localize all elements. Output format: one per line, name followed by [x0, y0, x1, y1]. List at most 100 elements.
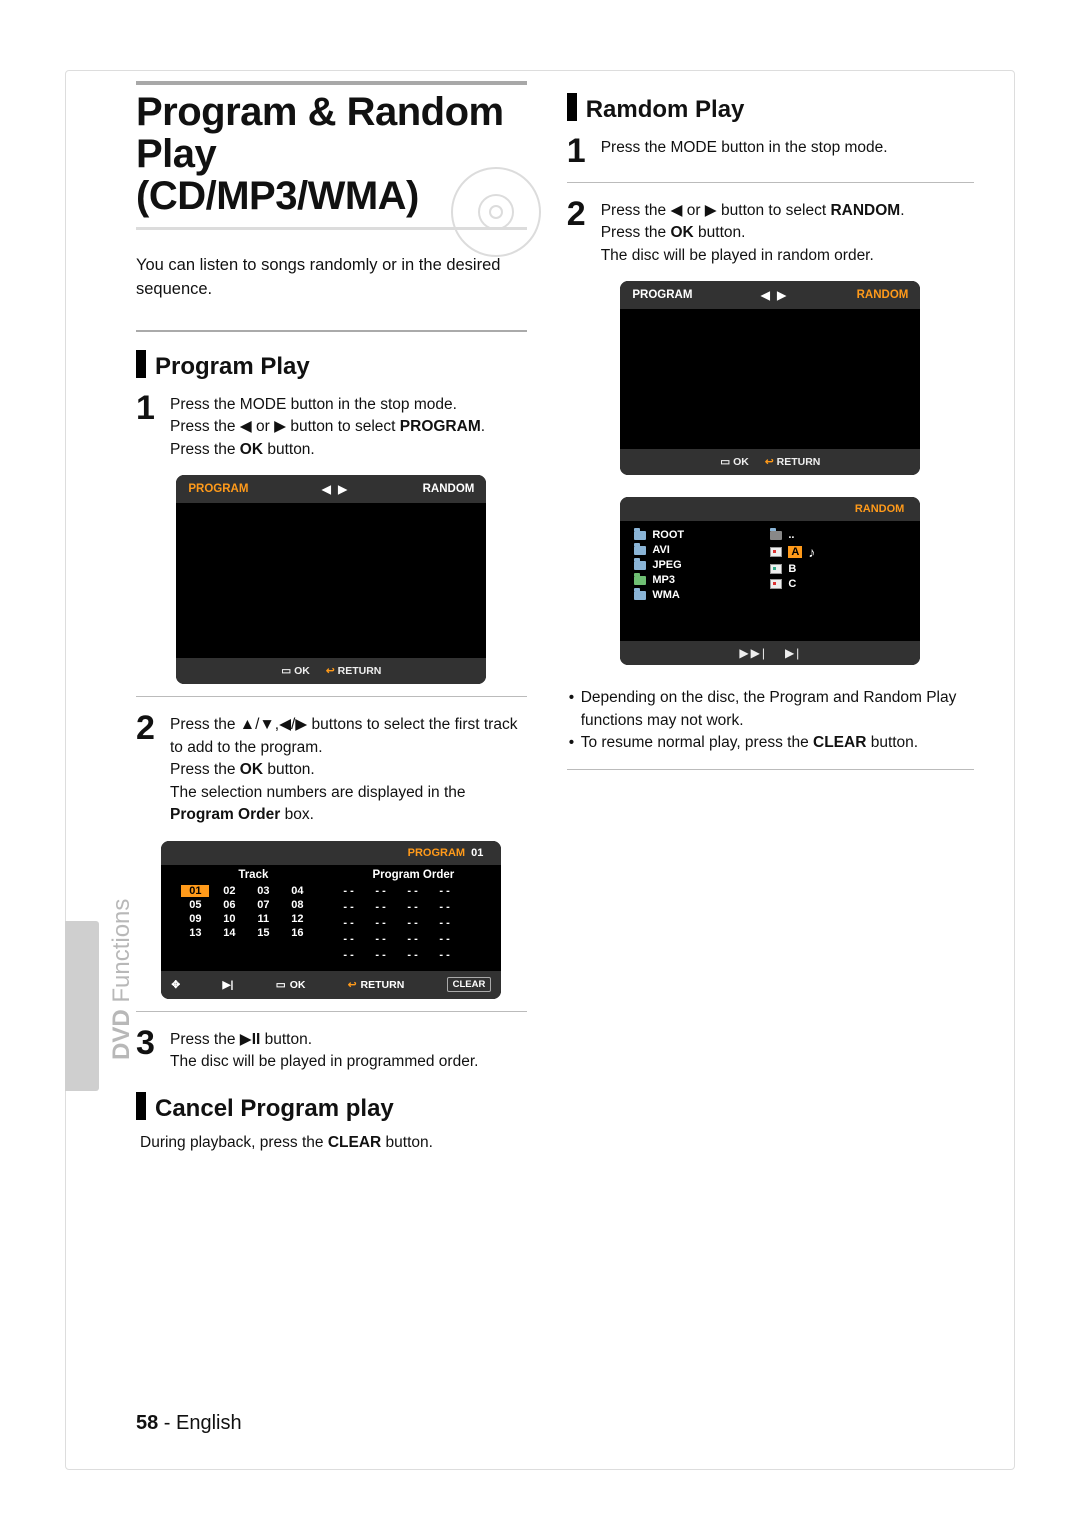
track-cell: 15	[249, 927, 277, 939]
random-step-2: 2 Press the ◀ or ▶ button to select RAND…	[567, 197, 974, 267]
move-icon: ✥	[171, 979, 180, 991]
track-cell: 09	[181, 913, 209, 925]
track-cell: 10	[215, 913, 243, 925]
order-slot	[439, 901, 463, 913]
program-order-pane: Program Order	[333, 869, 493, 961]
parent-folder-row: ..	[770, 529, 906, 541]
left-arrow-icon: ◀	[670, 202, 682, 219]
random-step-1: 1 Press the MODE button in the stop mode…	[567, 134, 974, 168]
notes-list: Depending on the disc, the Program and R…	[567, 687, 974, 754]
title-line1: Program & Random Play	[136, 90, 504, 176]
section-label-sub: Functions	[108, 899, 135, 1003]
page-footer: 58 - English	[136, 1412, 242, 1435]
folder-row: MP3	[634, 574, 770, 586]
osd-file-browser: RANDOM ROOTAVIJPEGMP3WMA ..A ♪BC ▶▶| ▶|	[620, 497, 920, 665]
order-slot	[343, 901, 367, 913]
osd-tab-program: PROGRAM	[632, 289, 692, 301]
file-row: C	[770, 578, 906, 590]
track-cell: 07	[249, 899, 277, 911]
divider	[567, 182, 974, 183]
track-cell: 03	[249, 885, 277, 897]
track-cell: 01	[181, 885, 209, 897]
track-cell: 14	[215, 927, 243, 939]
folder-row: AVI	[634, 544, 770, 556]
order-slot	[343, 949, 367, 961]
osd-arrows-icon: ◀ ▶	[692, 288, 856, 302]
order-slot	[375, 949, 399, 961]
folder-row: JPEG	[634, 559, 770, 571]
title-line2: (CD/MP3/WMA)	[136, 174, 419, 218]
track-cell: 16	[283, 927, 311, 939]
section-label: DVD Functions	[108, 899, 136, 1060]
left-arrow-icon: ◀	[240, 416, 252, 438]
ok-label: ▭ OK	[276, 979, 306, 991]
clear-label: CLEAR	[447, 977, 492, 992]
track-cell: 05	[181, 899, 209, 911]
file-row: B	[770, 563, 906, 575]
track-cell: 06	[215, 899, 243, 911]
dpad-icons: ▲/▼,◀/▶	[240, 716, 307, 733]
folder-icon	[770, 531, 782, 540]
osd-ok-label: ▭ OK	[720, 456, 749, 468]
order-slot	[375, 917, 399, 929]
file-row: A ♪	[770, 544, 906, 560]
track-cell: 11	[249, 913, 277, 925]
play-pause-icon: ▶II	[240, 1031, 261, 1048]
osd-mode-select-program: PROGRAM ◀ ▶ RANDOM ▭ OK ↩ RETURN	[176, 475, 486, 684]
order-slot	[439, 917, 463, 929]
page-title-box: Program & Random Play (CD/MP3/WMA)	[136, 81, 527, 230]
skip-icon: ▶|	[785, 646, 801, 660]
folder-icon	[634, 576, 646, 585]
order-slot	[343, 885, 367, 897]
osd-tab-program: PROGRAM	[188, 483, 248, 495]
program-step-2: 2 Press the ▲/▼,◀/▶ buttons to select th…	[136, 711, 527, 826]
order-slot	[407, 933, 431, 945]
folder-icon	[634, 531, 646, 540]
program-play-heading: Program Play	[136, 346, 527, 381]
file-icon	[770, 547, 782, 557]
osd-tab-random: RANDOM	[857, 289, 909, 301]
order-slot	[439, 949, 463, 961]
track-cell: 02	[215, 885, 243, 897]
order-slot	[375, 901, 399, 913]
track-cell: 13	[181, 927, 209, 939]
divider	[136, 330, 527, 332]
order-slot	[439, 885, 463, 897]
order-slot	[375, 885, 399, 897]
track-pane: Track 01020304050607080910111213141516	[173, 869, 333, 961]
osd-ok-label: ▭ OK	[281, 665, 310, 677]
divider	[567, 769, 974, 770]
osd-return-label: ↩ RETURN	[765, 456, 820, 468]
right-arrow-icon: ▶	[705, 202, 717, 219]
note-item: Depending on the disc, the Program and R…	[569, 687, 974, 732]
osd-return-label: ↩ RETURN	[326, 665, 381, 677]
order-slot	[407, 917, 431, 929]
osd-arrows-icon: ◀ ▶	[248, 482, 422, 496]
folder-icon	[634, 591, 646, 600]
folder-icon	[634, 546, 646, 555]
folder-row: ROOT	[634, 529, 770, 541]
order-slot	[439, 933, 463, 945]
right-arrow-icon: ▶	[274, 416, 286, 438]
music-note-icon: ♪	[808, 544, 815, 560]
next-icon: ▶▶|	[739, 646, 767, 660]
note-item: To resume normal play, press the CLEAR b…	[569, 732, 974, 754]
left-column: Program & Random Play (CD/MP3/WMA) You c…	[136, 81, 527, 1154]
track-cell: 08	[283, 899, 311, 911]
track-cell: 04	[283, 885, 311, 897]
osd-mode-select-random: PROGRAM ◀ ▶ RANDOM ▭ OK ↩ RETURN	[620, 281, 920, 475]
order-slot	[407, 901, 431, 913]
order-slot	[407, 949, 431, 961]
right-column: Ramdom Play 1 Press the MODE button in t…	[567, 81, 974, 1154]
track-cell: 12	[283, 913, 311, 925]
skip-icon: ▶|	[222, 979, 233, 991]
cancel-heading: Cancel Program play	[136, 1088, 527, 1123]
cancel-text: During playback, press the CLEAR button.	[136, 1129, 527, 1154]
folder-icon	[634, 561, 646, 570]
order-slot	[407, 885, 431, 897]
folder-row: WMA	[634, 589, 770, 601]
intro-text: You can listen to songs randomly or in t…	[136, 254, 527, 302]
page-container: DVD Functions Program & Random Play (CD/…	[65, 70, 1015, 1470]
order-slot	[375, 933, 399, 945]
divider	[136, 696, 527, 697]
